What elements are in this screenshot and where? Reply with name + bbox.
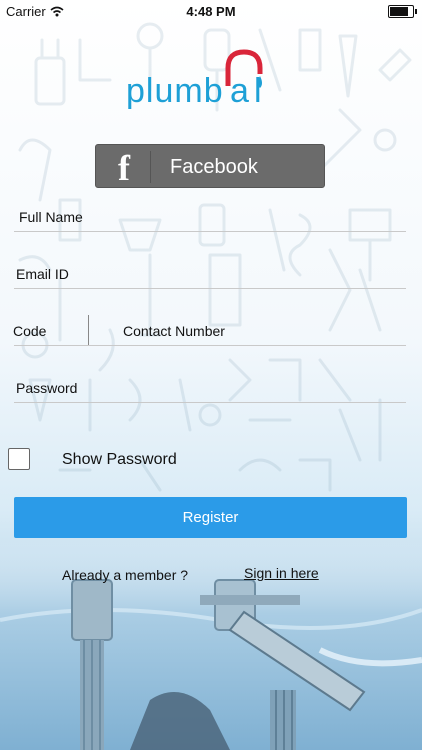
status-time: 4:48 PM bbox=[186, 4, 236, 19]
show-password-label: Show Password bbox=[62, 451, 177, 468]
country-code-input[interactable]: Code bbox=[13, 323, 46, 339]
facebook-button-label: Facebook bbox=[170, 156, 258, 178]
email-input[interactable]: Email ID bbox=[16, 266, 69, 282]
register-button[interactable]: Register bbox=[14, 497, 407, 538]
full-name-input[interactable]: Full Name bbox=[19, 209, 83, 225]
contact-underline bbox=[14, 345, 406, 346]
battery-icon bbox=[388, 5, 417, 18]
facebook-f-icon: f bbox=[118, 148, 130, 188]
svg-text:plumb: plumb bbox=[126, 72, 224, 110]
already-member-text: Already a member ? bbox=[62, 567, 189, 583]
password-input[interactable]: Password bbox=[16, 380, 77, 396]
facebook-login-button[interactable]: f Facebook bbox=[95, 144, 325, 188]
contact-number-input[interactable]: Contact Number bbox=[123, 323, 225, 339]
plumbal-logo: plumb a l bbox=[126, 49, 263, 110]
facebook-divider bbox=[150, 151, 151, 183]
code-divider bbox=[88, 315, 89, 346]
show-password-checkbox[interactable] bbox=[8, 448, 30, 470]
email-underline bbox=[14, 288, 406, 289]
svg-text:a: a bbox=[230, 72, 249, 110]
sign-in-link[interactable]: Sign in here bbox=[244, 565, 319, 581]
password-underline bbox=[14, 402, 406, 403]
full-name-underline bbox=[14, 231, 406, 232]
battery-level bbox=[390, 7, 409, 16]
status-bar: Carrier 4:48 PM bbox=[0, 0, 422, 22]
